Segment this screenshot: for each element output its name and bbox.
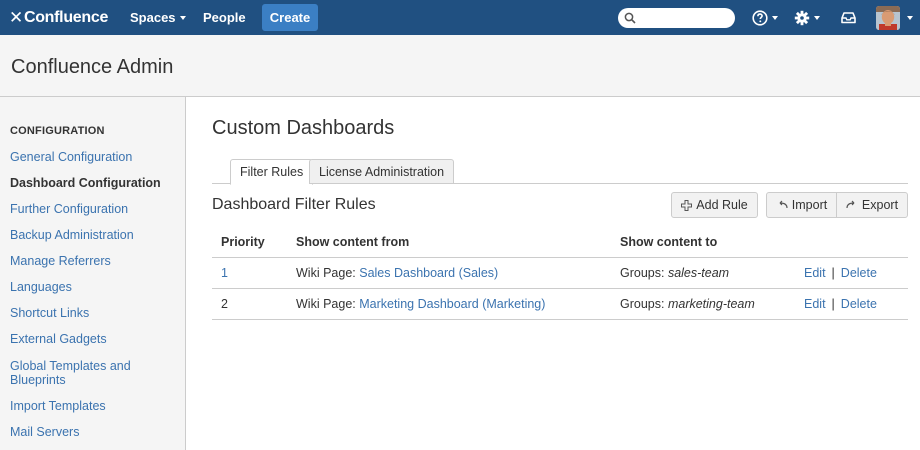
section-title: Dashboard Filter Rules bbox=[212, 196, 376, 213]
confluence-logo-icon: ✕ bbox=[9, 7, 23, 27]
tab-license-administration[interactable]: License Administration bbox=[309, 159, 455, 184]
tab-filter-rules[interactable]: Filter Rules bbox=[230, 159, 314, 185]
add-rule-label: Add Rule bbox=[696, 198, 748, 212]
column-header-actions bbox=[795, 228, 908, 258]
action-separator: | bbox=[831, 265, 835, 280]
page-title: Confluence Admin bbox=[11, 56, 174, 78]
sidebar-item-shortcut-links[interactable]: Shortcut Links bbox=[10, 306, 175, 320]
to-prefix: Groups: bbox=[620, 265, 665, 280]
inbox-icon bbox=[841, 12, 856, 24]
export-label: Export bbox=[861, 198, 899, 212]
plus-icon bbox=[681, 199, 693, 211]
delete-link[interactable]: Delete bbox=[841, 266, 877, 280]
wiki-page-link[interactable]: Sales Dashboard (Sales) bbox=[359, 266, 498, 280]
edit-link[interactable]: Edit bbox=[804, 297, 826, 311]
export-button[interactable]: Export bbox=[836, 192, 908, 218]
from-prefix: Wiki Page: bbox=[296, 296, 356, 311]
export-icon bbox=[846, 200, 855, 209]
edit-link[interactable]: Edit bbox=[804, 266, 826, 280]
sidebar-heading: CONFIGURATION bbox=[10, 125, 105, 137]
sidebar-item-languages[interactable]: Languages bbox=[10, 280, 175, 294]
action-separator: | bbox=[831, 296, 835, 311]
help-menu[interactable] bbox=[752, 9, 778, 26]
logo-text: Confluence bbox=[23, 8, 109, 26]
settings-menu[interactable] bbox=[794, 9, 820, 26]
group-name: sales-team bbox=[667, 265, 730, 280]
priority-cell: 1 bbox=[212, 257, 287, 289]
avatar[interactable] bbox=[876, 6, 900, 30]
sidebar-item-further-configuration[interactable]: Further Configuration bbox=[10, 202, 175, 216]
search-box[interactable] bbox=[618, 8, 735, 28]
sidebar-item-manage-referrers[interactable]: Manage Referrers bbox=[10, 254, 175, 268]
actions-cell: Edit | Delete bbox=[795, 288, 908, 320]
show-content-to-cell: Groups: sales-team bbox=[611, 257, 795, 289]
priority-link[interactable]: 1 bbox=[221, 266, 228, 280]
help-icon bbox=[752, 9, 768, 26]
show-content-from-cell: Wiki Page: Sales Dashboard (Sales) bbox=[287, 257, 611, 289]
group-name: marketing-team bbox=[667, 296, 755, 311]
chevron-down-icon bbox=[179, 16, 186, 20]
show-content-to-cell: Groups: marketing-team bbox=[611, 288, 795, 320]
to-prefix: Groups: bbox=[620, 296, 665, 311]
priority-value: 2 bbox=[221, 296, 228, 311]
filter-rules-table: Priority Show content from Show content … bbox=[212, 228, 908, 320]
top-navigation-bar: ✕ Confluence Spaces People Create bbox=[0, 0, 920, 35]
admin-sidebar: CONFIGURATION General Configuration Dash… bbox=[0, 97, 186, 450]
search-input[interactable] bbox=[638, 10, 728, 26]
chevron-down-icon bbox=[772, 15, 778, 20]
sidebar-item-backup-administration[interactable]: Backup Administration bbox=[10, 228, 175, 242]
sidebar-item-global-templates-and-blueprints[interactable]: Global Templates and Blueprints bbox=[10, 359, 150, 387]
sidebar-item-general-configuration[interactable]: General Configuration bbox=[10, 150, 175, 164]
sidebar-item-import-templates[interactable]: Import Templates bbox=[10, 399, 175, 413]
add-rule-button[interactable]: Add Rule bbox=[671, 192, 758, 218]
table-header-row: Priority Show content from Show content … bbox=[212, 228, 908, 258]
import-icon bbox=[779, 200, 788, 209]
user-avatar-icon bbox=[876, 6, 900, 30]
chevron-down-icon[interactable] bbox=[907, 16, 913, 20]
column-header-priority: Priority bbox=[212, 228, 287, 258]
column-header-show-content-to: Show content to bbox=[611, 228, 795, 258]
confluence-logo[interactable]: ✕ Confluence bbox=[9, 7, 108, 28]
chevron-down-icon bbox=[814, 15, 820, 20]
show-content-from-cell: Wiki Page: Marketing Dashboard (Marketin… bbox=[287, 288, 611, 320]
column-header-show-content-from: Show content from bbox=[287, 228, 611, 258]
delete-link[interactable]: Delete bbox=[841, 297, 877, 311]
from-prefix: Wiki Page: bbox=[296, 265, 356, 280]
table-row: 2 Wiki Page: Marketing Dashboard (Market… bbox=[212, 288, 908, 320]
spaces-menu[interactable]: Spaces bbox=[130, 10, 186, 25]
search-icon bbox=[624, 12, 636, 24]
priority-cell: 2 bbox=[212, 288, 287, 320]
sidebar-item-mail-servers[interactable]: Mail Servers bbox=[10, 425, 175, 439]
workbox-button[interactable] bbox=[841, 9, 856, 26]
import-label: Import bbox=[791, 198, 828, 212]
sidebar-item-dashboard-configuration[interactable]: Dashboard Configuration bbox=[10, 176, 175, 190]
import-button[interactable]: Import bbox=[766, 192, 837, 218]
create-button[interactable]: Create bbox=[262, 4, 318, 31]
sidebar-item-external-gadgets[interactable]: External Gadgets bbox=[10, 332, 175, 346]
tab-bar: Filter Rules License Administration bbox=[212, 159, 908, 185]
people-link[interactable]: People bbox=[203, 10, 246, 25]
spaces-label: Spaces bbox=[130, 10, 176, 25]
wiki-page-link[interactable]: Marketing Dashboard (Marketing) bbox=[359, 297, 545, 311]
gear-icon bbox=[794, 10, 810, 25]
actions-cell: Edit | Delete bbox=[795, 257, 908, 289]
main-title: Custom Dashboards bbox=[212, 117, 395, 139]
page-header: Confluence Admin bbox=[0, 35, 920, 97]
table-row: 1 Wiki Page: Sales Dashboard (Sales) Gro… bbox=[212, 257, 908, 289]
